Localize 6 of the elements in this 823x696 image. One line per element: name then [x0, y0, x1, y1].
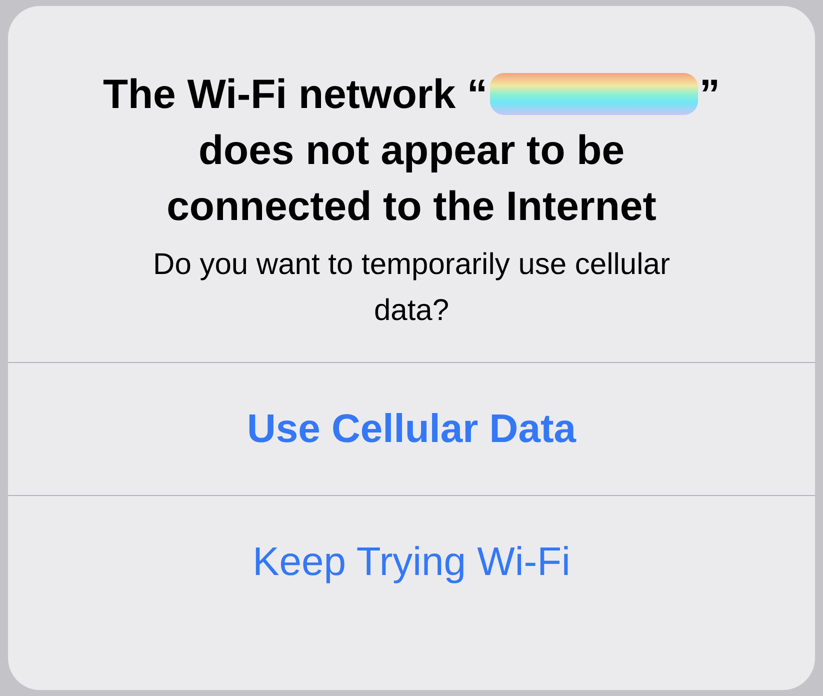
alert-title: The Wi-Fi network “ — [102, 70, 488, 119]
alert-title: does not appear to be connected to the Internet — [166, 126, 658, 231]
alert-title-quote: ” — [700, 70, 720, 119]
alert-message: Do you want to temporarily use cellular data? — [152, 247, 671, 329]
alert-button[interactable]: Use Cellular Data — [8, 362, 815, 495]
alert-button[interactable]: Keep Trying Wi-Fi — [8, 495, 815, 628]
